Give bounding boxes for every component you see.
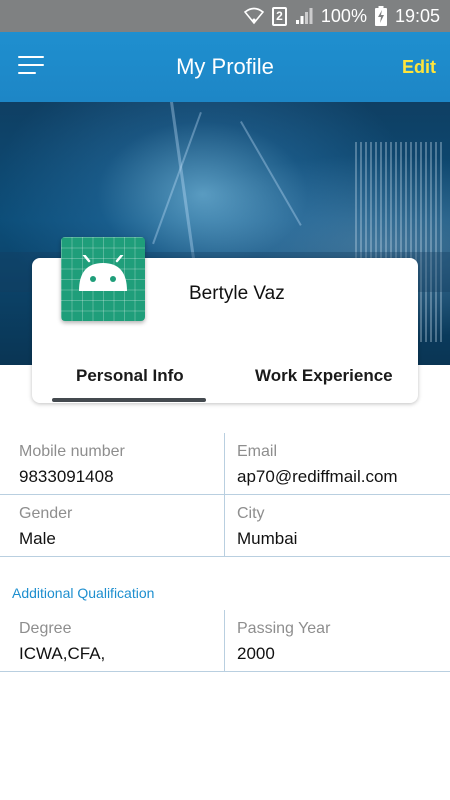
info-row-qualification: Degree ICWA,CFA, Passing Year 2000 [0,610,450,672]
signal-icon [295,7,313,25]
column-divider [224,610,225,672]
degree-value: ICWA,CFA, [19,644,106,663]
mobile-number-field: Mobile number 9833091408 [19,433,224,495]
tab-work-experience[interactable]: Work Experience [255,366,393,386]
clock: 19:05 [394,5,440,26]
additional-qualification-title: Additional Qualification [12,585,155,601]
sim-icon: 2 [271,6,287,26]
column-divider [224,433,225,495]
mobile-number-label: Mobile number [19,443,125,460]
passing-year-value: 2000 [237,644,275,663]
passing-year-label: Passing Year [237,620,331,637]
column-divider [224,495,225,557]
gender-label: Gender [19,505,73,522]
status-bar: 2 100% 19:05 [0,0,450,32]
email-field: Email ap70@rediffmail.com [237,433,447,495]
info-row-contact: Mobile number 9833091408 Email ap70@redi… [0,433,450,495]
city-field: City Mumbai [237,495,447,557]
mobile-number-value: 9833091408 [19,467,114,486]
battery-percent: 100% [320,5,367,26]
degree-field: Degree ICWA,CFA, [19,610,224,672]
email-label: Email [237,443,278,460]
wifi-icon [243,7,264,25]
page-title: My Profile [176,54,274,79]
passing-year-field: Passing Year 2000 [237,610,447,672]
gender-field: Gender Male [19,495,224,557]
tab-personal-info[interactable]: Personal Info [76,366,184,386]
selected-tab-indicator [52,398,206,402]
profile-name: Bertyle Vaz [189,283,285,304]
gender-value: Male [19,529,56,548]
android-icon [79,255,127,291]
battery-charging-icon [374,6,387,26]
avatar[interactable] [61,237,145,321]
city-label: City [237,505,265,522]
app-toolbar: My Profile Edit [0,32,450,102]
city-value: Mumbai [237,529,298,548]
degree-label: Degree [19,620,72,637]
info-row-demographics: Gender Male City Mumbai [0,495,450,557]
edit-button[interactable]: Edit [402,57,436,78]
email-value: ap70@rediffmail.com [237,467,398,486]
sim-slot-number: 2 [271,6,287,26]
